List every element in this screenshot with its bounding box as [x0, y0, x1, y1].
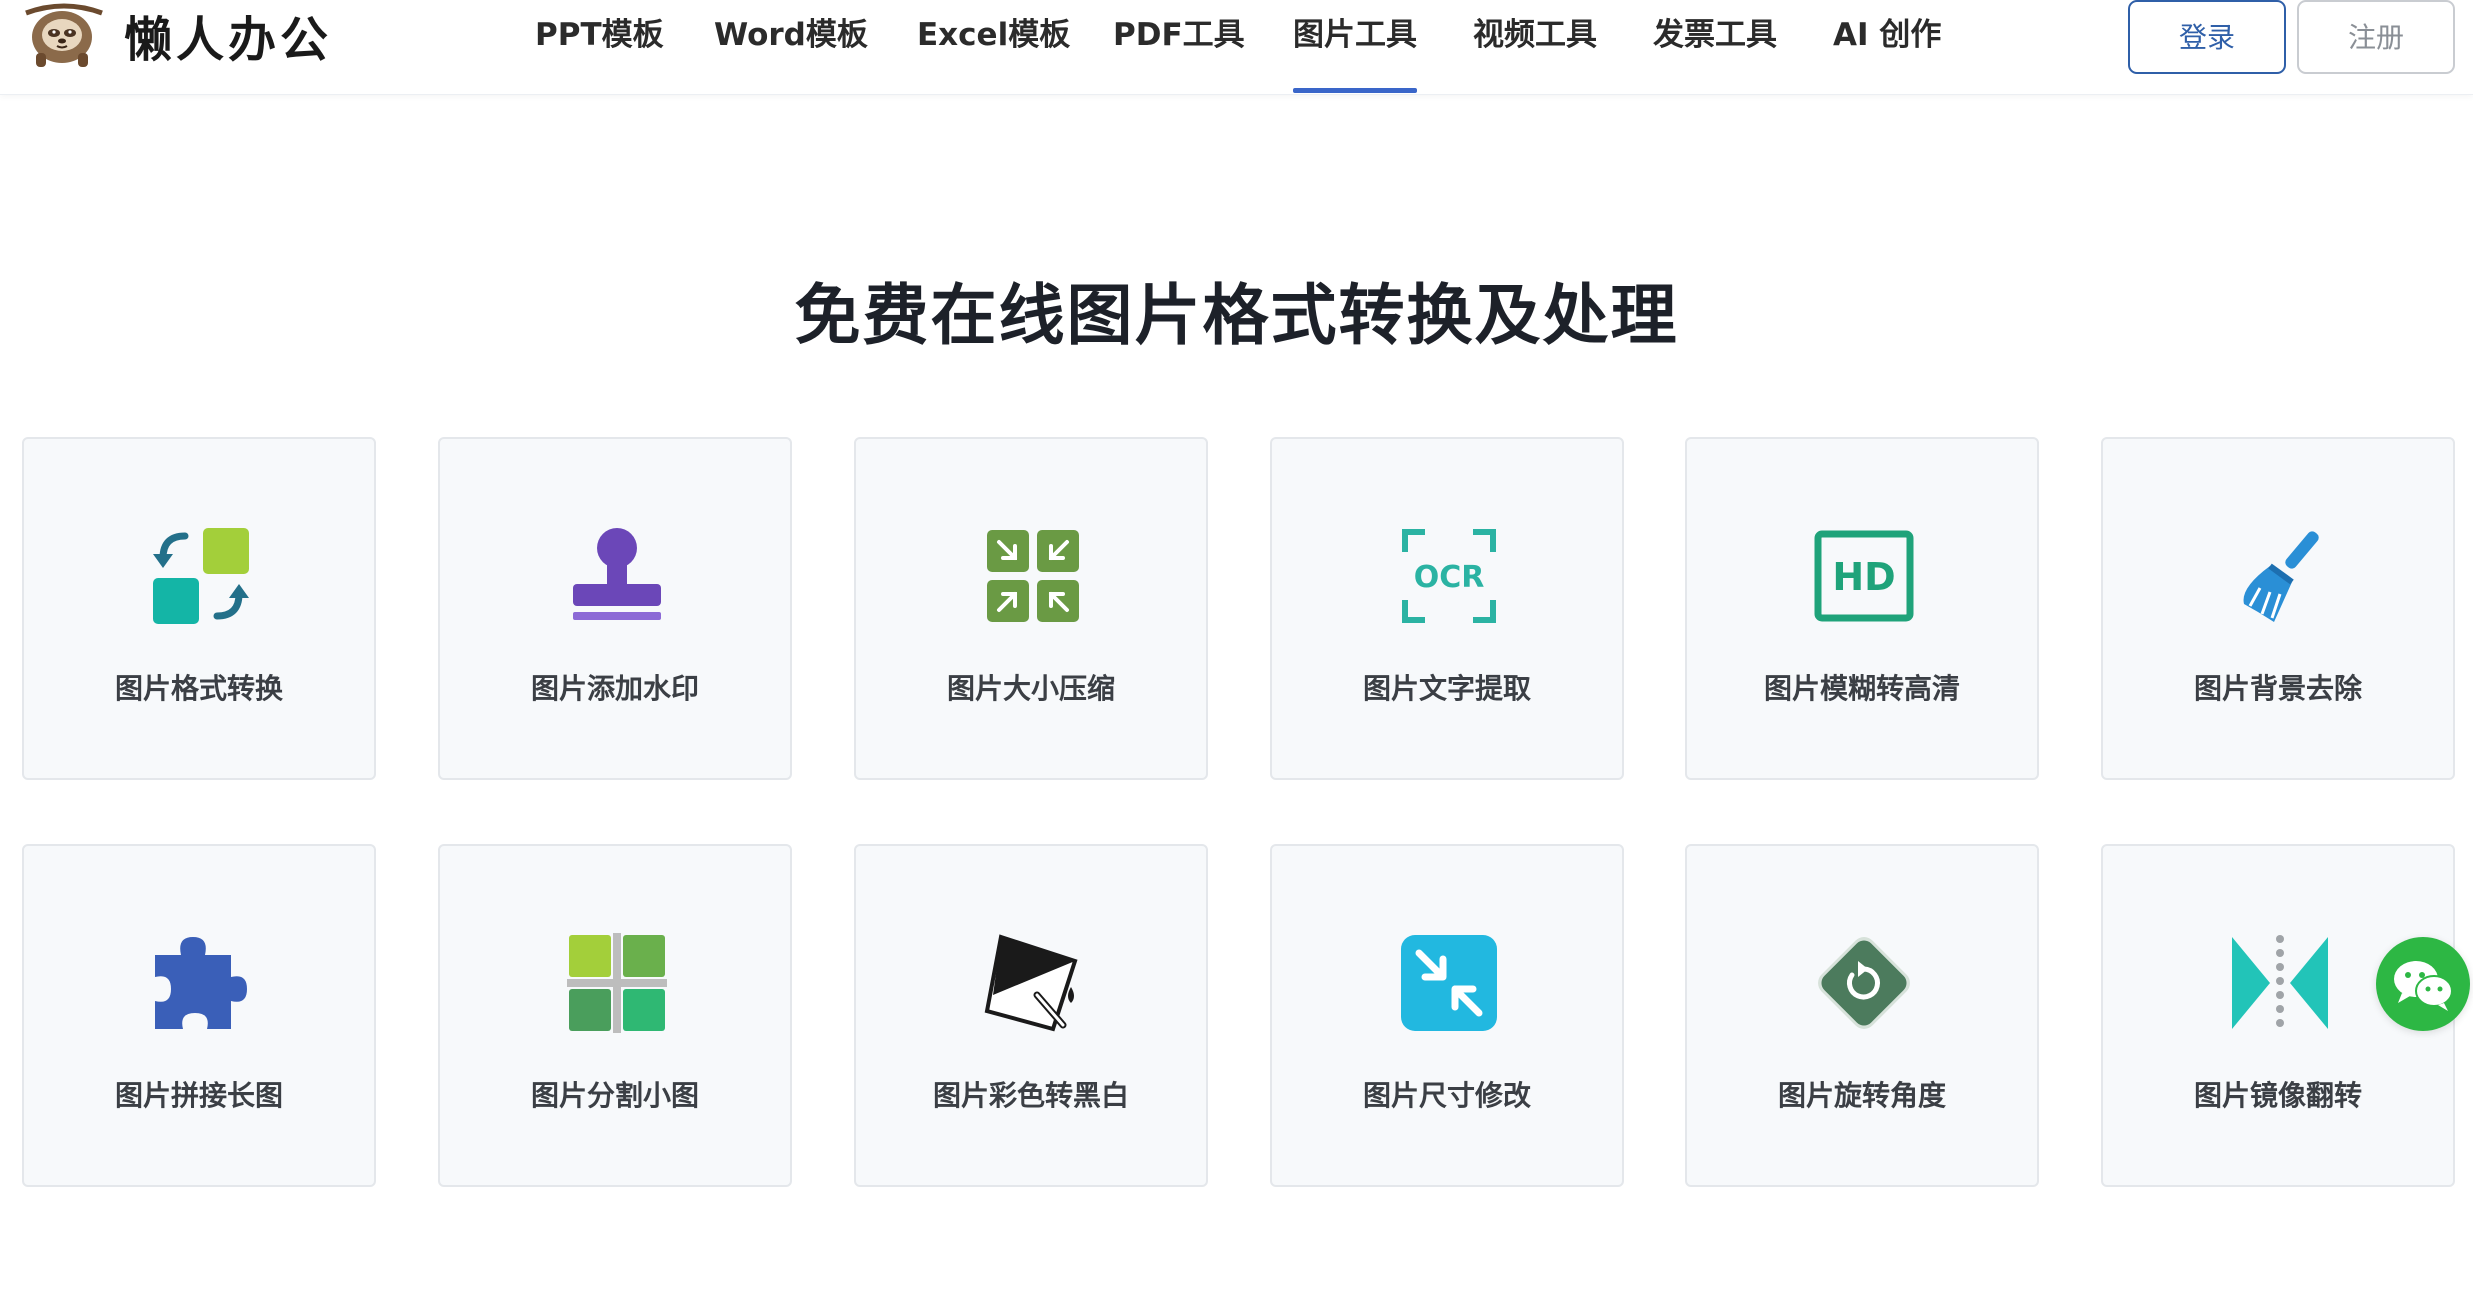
compress-icon: [987, 530, 1079, 622]
tool-card-label: 图片背景去除: [2193, 672, 2362, 705]
format-convert-icon: [153, 528, 249, 624]
tool-card-split[interactable]: 图片分割小图: [438, 844, 792, 1187]
svg-text:HD: HD: [1832, 555, 1895, 599]
wechat-icon: [2394, 961, 2453, 1011]
nav-item-video-tools[interactable]: 视频工具: [1473, 12, 1597, 58]
resize-icon: [1401, 935, 1497, 1031]
nav-item-ai-create[interactable]: AI 创作: [1833, 12, 1941, 58]
wechat-float-button[interactable]: [2376, 937, 2470, 1031]
tool-card-label: 图片大小压缩: [946, 672, 1115, 705]
stamp-icon: [573, 528, 661, 620]
nav-item-word[interactable]: Word模板: [714, 12, 868, 58]
svg-text:OCR: OCR: [1414, 560, 1485, 595]
nav-item-pdf[interactable]: PDF工具: [1113, 12, 1245, 58]
tool-card-label: 图片彩色转黑白: [932, 1079, 1129, 1112]
ocr-icon: OCR: [1402, 529, 1496, 623]
tool-card-label: 图片尺寸修改: [1362, 1079, 1531, 1112]
nav-item-excel[interactable]: Excel模板: [917, 12, 1070, 58]
main-nav: PPT模板 Word模板 Excel模板 PDF工具 图片工具 视频工具 发票工…: [0, 0, 2473, 94]
paint-bucket-icon: [984, 934, 1078, 1032]
tool-card-grayscale[interactable]: 图片彩色转黑白: [854, 844, 1208, 1187]
tool-card-label: 图片格式转换: [114, 672, 283, 705]
tool-card-background-remove[interactable]: 图片背景去除: [2101, 437, 2455, 780]
nav-item-image-tools[interactable]: 图片工具: [1293, 12, 1417, 93]
mirror-flip-icon: [2232, 935, 2328, 1029]
tool-card-label: 图片镜像翻转: [2193, 1079, 2362, 1112]
tool-card-hd[interactable]: HD 图片模糊转高清: [1685, 437, 2039, 780]
tool-card-stitch-long[interactable]: 图片拼接长图: [22, 844, 376, 1187]
rotate-icon: [1818, 937, 1910, 1029]
hd-icon: HD: [1814, 530, 1914, 622]
tool-card-resize[interactable]: 图片尺寸修改: [1270, 844, 1624, 1187]
nav-item-ppt[interactable]: PPT模板: [535, 12, 664, 58]
nav-item-invoice-tools[interactable]: 发票工具: [1653, 12, 1777, 58]
page-title: 免费在线图片格式转换及处理: [794, 277, 1679, 354]
top-header: 懒人办公 PPT模板 Word模板 Excel模板 PDF工具 图片工具 视频工…: [0, 0, 2473, 95]
login-button[interactable]: 登录: [2128, 0, 2286, 74]
tool-card-compress[interactable]: 图片大小压缩: [854, 437, 1208, 780]
tool-card-label: 图片旋转角度: [1777, 1079, 1946, 1112]
grid-split-icon: [567, 933, 667, 1033]
tool-card-format-convert[interactable]: 图片格式转换: [22, 437, 376, 780]
register-button[interactable]: 注册: [2297, 0, 2455, 74]
tool-card-label: 图片拼接长图: [114, 1079, 283, 1112]
tool-card-watermark[interactable]: 图片添加水印: [438, 437, 792, 780]
tool-card-label: 图片模糊转高清: [1763, 672, 1960, 705]
broom-icon: [2243, 531, 2319, 622]
tool-card-label: 图片添加水印: [530, 672, 699, 705]
puzzle-icon: [155, 937, 247, 1029]
tool-card-ocr[interactable]: OCR 图片文字提取: [1270, 437, 1624, 780]
tool-card-label: 图片分割小图: [530, 1079, 699, 1112]
tool-card-label: 图片文字提取: [1362, 672, 1531, 705]
tool-card-rotate[interactable]: 图片旋转角度: [1685, 844, 2039, 1187]
